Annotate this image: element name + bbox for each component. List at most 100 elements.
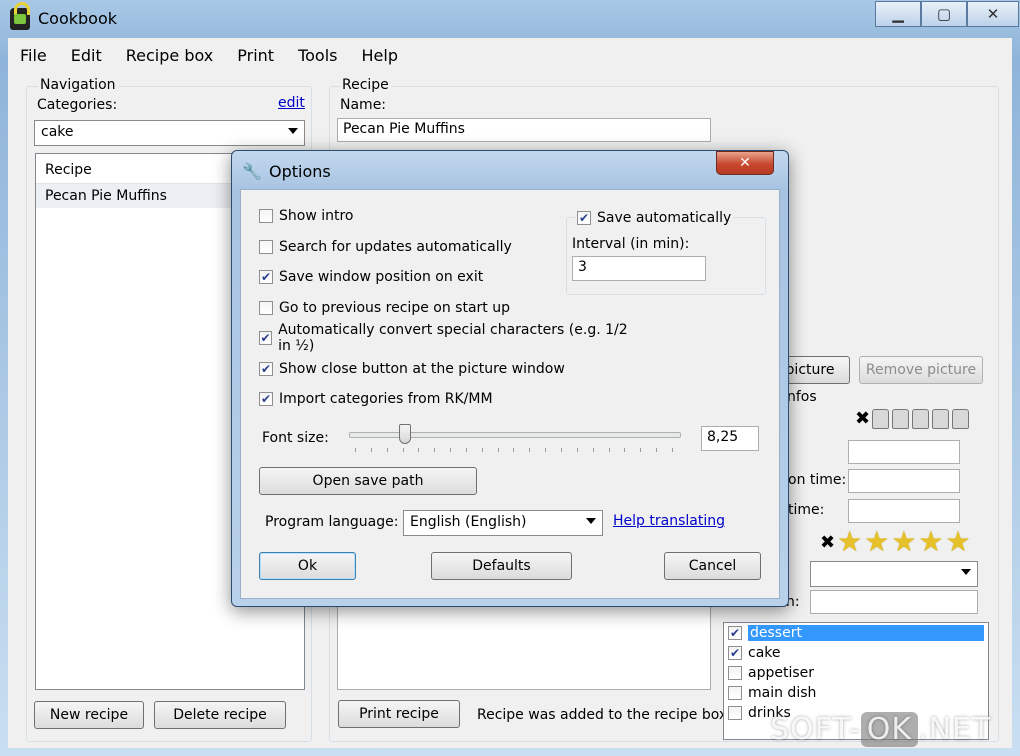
new-recipe-button[interactable]: New recipe xyxy=(34,701,144,729)
recipe-name-label: Name: xyxy=(340,97,387,113)
shirt-icon[interactable] xyxy=(872,408,890,429)
check-icon[interactable] xyxy=(728,686,742,700)
slider-tick xyxy=(434,448,436,452)
menu-recipe-box[interactable]: Recipe box xyxy=(114,46,226,65)
save-automatically-checkbox[interactable]: ✔ Save automatically xyxy=(575,208,734,228)
check-icon: ✔ xyxy=(259,392,273,406)
font-size-slider[interactable] xyxy=(349,424,681,454)
shirt-icon[interactable] xyxy=(952,408,970,429)
servings-input[interactable] xyxy=(848,440,960,464)
list-item[interactable]: main dish xyxy=(724,683,988,703)
menu-file[interactable]: File xyxy=(8,46,59,65)
clear-difficulty-icon[interactable]: ✖ xyxy=(855,408,870,429)
program-language-select[interactable]: English (English) xyxy=(403,510,603,536)
clear-rating-icon[interactable]: ✖ xyxy=(820,532,835,553)
difficulty-rating[interactable]: ✖ xyxy=(855,408,972,429)
shirt-icon[interactable] xyxy=(912,408,930,429)
recipe-group-label: Recipe xyxy=(340,77,391,93)
options-close-button[interactable]: ✕ xyxy=(716,151,774,175)
edit-categories-link[interactable]: edit xyxy=(278,95,305,111)
ok-button[interactable]: Ok xyxy=(259,552,356,580)
cooking-time-input[interactable] xyxy=(848,499,960,523)
chevron-down-icon xyxy=(961,569,971,575)
menu-bar: File Edit Recipe box Print Tools Help xyxy=(8,40,1012,70)
slider-thumb[interactable] xyxy=(399,424,411,444)
slider-tick xyxy=(513,448,515,452)
check-icon[interactable] xyxy=(728,706,742,720)
category-label: cake xyxy=(748,645,781,661)
close-icon: ✕ xyxy=(739,155,751,171)
open-save-path-button[interactable]: Open save path xyxy=(259,467,477,495)
caption-buttons: ▁ ▢ ✕ xyxy=(875,1,1019,27)
help-translating-link[interactable]: Help translating xyxy=(613,513,725,529)
preparation-time-input[interactable] xyxy=(848,469,960,493)
chevron-down-icon xyxy=(586,518,596,524)
print-recipe-button[interactable]: Print recipe xyxy=(338,700,460,728)
delete-recipe-button[interactable]: Delete recipe xyxy=(154,701,286,729)
option-checkbox[interactable]: Go to previous recipe on start up xyxy=(259,298,639,318)
option-checkbox-label: Show intro xyxy=(279,208,354,224)
minimize-button[interactable]: ▁ xyxy=(875,1,921,27)
slider-tick xyxy=(624,448,626,452)
shirt-icon[interactable] xyxy=(892,408,910,429)
minimize-icon: ▁ xyxy=(892,5,904,23)
option-checkbox-label: Show close button at the picture window xyxy=(279,360,565,377)
slider-tick xyxy=(497,448,499,452)
star-icon[interactable]: ★ xyxy=(864,528,889,556)
watermark-box: OK xyxy=(860,712,919,747)
font-size-label: Font size: xyxy=(262,430,329,446)
check-icon[interactable]: ✔ xyxy=(728,646,742,660)
menu-edit[interactable]: Edit xyxy=(59,46,114,65)
cancel-button[interactable]: Cancel xyxy=(664,552,761,580)
maximize-button[interactable]: ▢ xyxy=(921,1,967,27)
slider-tick xyxy=(671,448,673,452)
title-bar[interactable]: Cookbook ▁ ▢ ✕ xyxy=(0,0,1020,38)
slider-tick xyxy=(560,448,562,452)
slider-tick xyxy=(450,448,452,452)
option-checkbox[interactable]: ✔ Import categories from RK/MM xyxy=(259,389,639,409)
recipe-extra-select[interactable] xyxy=(810,561,978,587)
interval-input[interactable]: 3 xyxy=(572,256,706,281)
menu-print[interactable]: Print xyxy=(225,46,286,65)
option-checkbox[interactable]: ✔ Show close button at the picture window xyxy=(259,359,639,379)
close-button[interactable]: ✕ xyxy=(967,1,1019,27)
category-select[interactable]: cake xyxy=(34,120,305,146)
shirt-icon[interactable] xyxy=(932,408,950,429)
watermark-left: SOFT- xyxy=(770,712,861,747)
list-item[interactable]: ✔ cake xyxy=(724,643,988,663)
slider-tick xyxy=(545,448,547,452)
slider-tick xyxy=(402,448,404,452)
check-icon[interactable]: ✔ xyxy=(728,626,742,640)
star-icon[interactable]: ★ xyxy=(918,528,943,556)
check-icon[interactable] xyxy=(728,666,742,680)
slider-tick xyxy=(386,448,388,452)
list-item[interactable]: appetiser xyxy=(724,663,988,683)
program-language-value: English (English) xyxy=(410,514,527,530)
slider-tick xyxy=(640,448,642,452)
close-icon: ✕ xyxy=(986,5,1000,23)
check-icon: ✔ xyxy=(259,331,273,345)
extra-field-input[interactable] xyxy=(810,590,978,614)
font-size-input[interactable]: 8,25 xyxy=(701,426,759,451)
watermark-right: .NET xyxy=(918,712,992,747)
slider-tick xyxy=(370,448,372,452)
infos-label: nfos xyxy=(787,389,817,405)
program-language-label: Program language: xyxy=(265,514,399,530)
rating[interactable]: ✖ ★ ★ ★ ★ ★ xyxy=(820,528,971,556)
remove-picture-button[interactable]: Remove picture xyxy=(859,356,983,384)
slider-tick xyxy=(355,448,356,452)
slider-tick xyxy=(576,448,578,452)
option-checkbox[interactable]: ✔ Automatically convert special character… xyxy=(259,322,639,354)
menu-tools[interactable]: Tools xyxy=(286,46,349,65)
option-checkbox-label: Save window position on exit xyxy=(279,269,484,285)
recipe-text-area[interactable] xyxy=(337,600,711,690)
recipe-name-input[interactable]: Pecan Pie Muffins xyxy=(337,118,711,142)
star-icon[interactable]: ★ xyxy=(891,528,916,556)
star-icon[interactable]: ★ xyxy=(837,528,862,556)
status-message: Recipe was added to the recipe box! xyxy=(477,707,733,723)
list-item[interactable]: ✔ dessert xyxy=(724,623,988,643)
star-icon[interactable]: ★ xyxy=(946,528,971,556)
menu-help[interactable]: Help xyxy=(350,46,410,65)
check-icon: ✔ xyxy=(259,361,273,376)
defaults-button[interactable]: Defaults xyxy=(431,552,572,580)
